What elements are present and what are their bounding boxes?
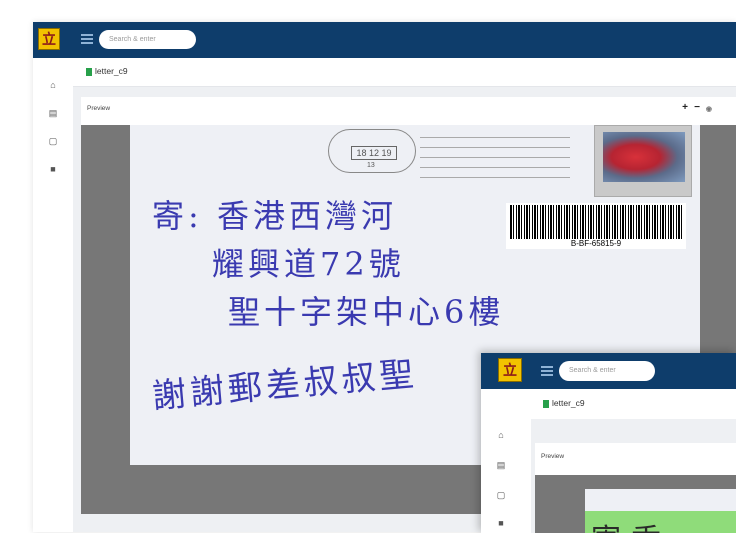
overlay-file-tab-bar: letter_c9	[531, 389, 736, 420]
overlay-home-icon[interactable]: ⌂	[495, 429, 507, 441]
address-line-2: 耀興道72號	[212, 245, 405, 283]
home-icon[interactable]: ⌂	[47, 79, 59, 91]
barcode: B-BF-65815-9	[506, 203, 686, 249]
postage-stamp	[594, 125, 692, 197]
list-icon[interactable]: ▤	[47, 107, 59, 119]
cancel-line	[420, 177, 570, 178]
eye-icon[interactable]: ◉	[706, 105, 712, 113]
overlay-window: 立 Search & enter ⌂ ▤ ▢ ■ letter_c9 Previ…	[481, 353, 736, 533]
overlay-hamburger-menu-icon[interactable]	[541, 366, 553, 376]
address-line-3: 聖十字架中心6樓	[228, 293, 505, 331]
overlay-preview-panel: Preview 寄:香	[535, 443, 736, 533]
search-input[interactable]: Search & enter	[99, 30, 196, 49]
overlay-envelope-image: 寄:香	[585, 489, 736, 533]
overlay-left-sidebar: ⌂ ▤ ▢ ■	[481, 389, 521, 533]
file-icon	[86, 68, 92, 76]
app-logo[interactable]: 立	[38, 28, 60, 50]
stamp-picture	[603, 132, 685, 182]
address-line-1: 寄: 香港西灣河	[152, 197, 397, 235]
highlighted-text: 寄:香	[591, 515, 661, 533]
zoom-out-button[interactable]: −	[694, 102, 700, 113]
overlay-search-input[interactable]: Search & enter	[559, 361, 655, 381]
overlay-folder-icon[interactable]: ■	[495, 517, 507, 529]
overlay-document-icon[interactable]: ▢	[495, 489, 507, 501]
text-highlight: 寄:香	[585, 511, 736, 533]
zoom-in-button[interactable]: +	[682, 102, 688, 113]
barcode-text: B-BF-65815-9	[570, 239, 622, 248]
file-tab-bar: letter_c9	[73, 58, 736, 87]
overlay-list-icon[interactable]: ▤	[495, 459, 507, 471]
postmark: 18 12 19 13	[328, 129, 416, 173]
overlay-app-logo[interactable]: 立	[498, 358, 522, 382]
postmark-number: 13	[367, 162, 375, 169]
overlay-file-tab[interactable]: letter_c9	[552, 398, 585, 408]
overlay-top-bar: 立 Search & enter	[481, 353, 736, 389]
cancel-line	[420, 137, 570, 138]
overlay-preview-title: Preview	[541, 453, 565, 460]
document-icon[interactable]: ▢	[47, 135, 59, 147]
hamburger-menu-icon[interactable]	[81, 34, 93, 44]
top-bar: 立 Search & enter	[33, 22, 736, 58]
left-sidebar: ⌂ ▤ ▢ ■	[33, 58, 73, 532]
overlay-document-preview[interactable]: 寄:香	[535, 475, 736, 533]
postmark-date: 18 12 19	[351, 146, 397, 160]
cancel-line	[420, 167, 570, 168]
preview-title: Preview	[87, 105, 111, 112]
overlay-file-icon	[543, 400, 549, 408]
barcode-bars	[510, 205, 682, 239]
cancel-line	[420, 147, 570, 148]
cancel-line	[420, 157, 570, 158]
file-tab[interactable]: letter_c9	[95, 66, 128, 76]
folder-icon[interactable]: ■	[47, 163, 59, 175]
thanks-line: 謝謝郵差叔叔聖	[150, 353, 420, 417]
